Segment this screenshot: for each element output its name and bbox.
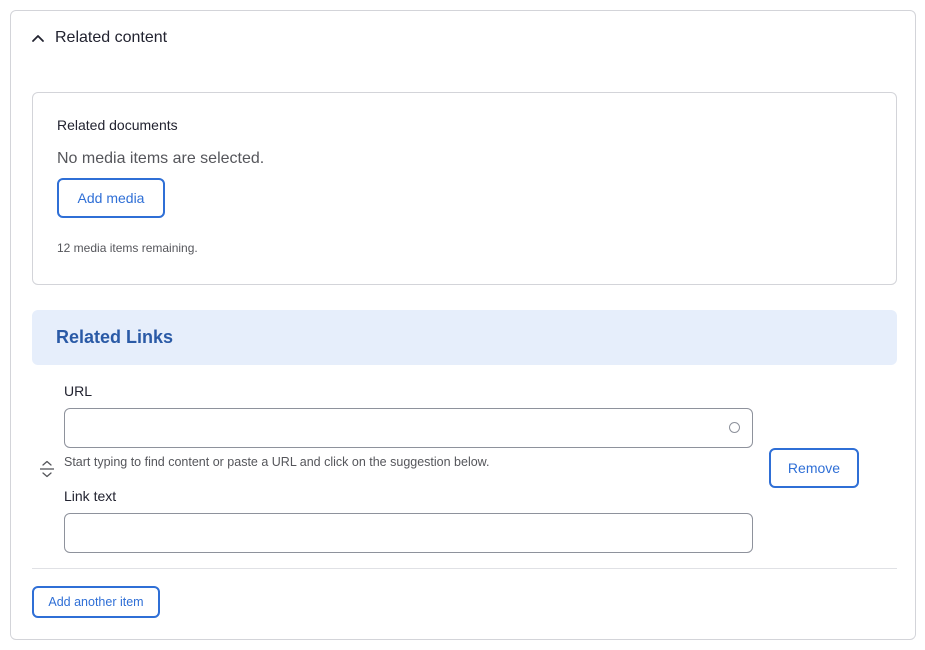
url-label: URL: [64, 383, 93, 399]
autocomplete-throbber-icon: [729, 422, 740, 433]
related-content-details: Related content Related documents No med…: [10, 10, 916, 640]
media-empty-message: No media items are selected.: [57, 150, 265, 167]
chevron-up-icon: [32, 35, 44, 42]
details-title: Related content: [55, 29, 168, 46]
add-media-button[interactable]: Add media: [57, 178, 165, 218]
media-remaining-count: 12 media items remaining.: [57, 241, 198, 255]
url-help-text: Start typing to find content or paste a …: [64, 455, 490, 469]
link-text-input[interactable]: [64, 513, 753, 553]
related-links-heading: Related Links: [56, 327, 174, 347]
table-divider: [32, 568, 897, 569]
add-another-item-button[interactable]: Add another item: [32, 586, 160, 618]
drag-handle-icon[interactable]: [39, 460, 55, 478]
details-summary-toggle[interactable]: Related content: [31, 29, 167, 47]
link-text-label: Link text: [64, 488, 117, 504]
related-links-header: Related Links: [32, 310, 897, 365]
url-input[interactable]: [64, 408, 753, 448]
related-documents-widget: Related documents No media items are sel…: [32, 92, 897, 285]
related-documents-label: Related documents: [57, 117, 178, 133]
remove-button[interactable]: Remove: [769, 448, 859, 488]
